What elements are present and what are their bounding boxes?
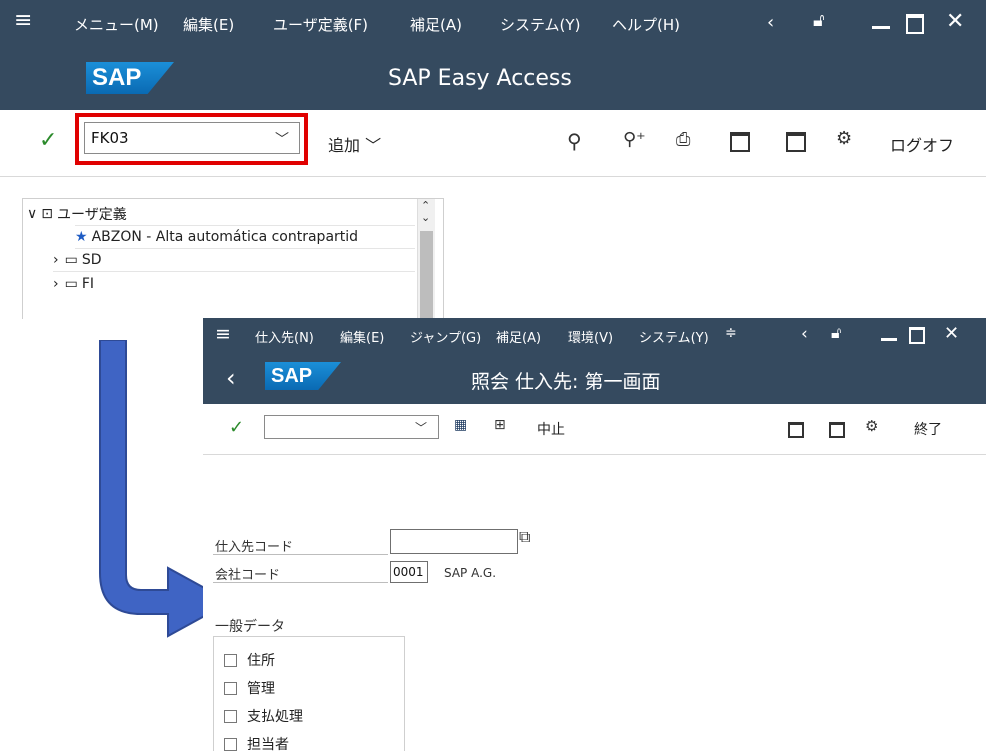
vendor-label: 仕入先コード [215, 540, 294, 555]
new-window-icon[interactable] [788, 422, 804, 438]
menu-tree: ∨ ⊡ ユーザ定義 ★ ABZON - Alta automática cont… [22, 198, 444, 319]
settings-icon[interactable]: ⚙ [836, 128, 852, 149]
tree-row[interactable]: ∨ ⊡ ユーザ定義 [27, 203, 127, 225]
company-label: 会社コード [215, 568, 281, 583]
general-data-title: 一般データ [215, 619, 285, 635]
company-name: SAP A.G. [444, 566, 497, 580]
logoff-button[interactable]: ログオフ [890, 132, 954, 156]
maximize-icon[interactable] [906, 14, 924, 34]
title-bar: ‹ SAP 照会 仕入先: 第一画面 [203, 354, 986, 404]
unlock-icon[interactable]: 🔓︎ [831, 323, 841, 343]
select-icon[interactable]: ▦ [454, 417, 467, 433]
close-icon[interactable]: ✕ [946, 9, 964, 34]
shortcut-icon[interactable] [829, 422, 845, 438]
chevron-down-icon[interactable]: ﹀ [415, 419, 427, 436]
menu-item-extras[interactable]: 補足(A) [496, 327, 541, 346]
chevron-right-icon[interactable]: › [53, 252, 59, 268]
menu-item-edit[interactable]: 編集(E) [183, 14, 234, 35]
menu-item-edit[interactable]: 編集(E) [340, 327, 384, 346]
enter-check-icon[interactable]: ✓ [39, 128, 57, 153]
favorites-folder-icon: ⊡ [41, 206, 53, 222]
menu-item-user-def[interactable]: ユーザ定義(F) [273, 14, 368, 35]
minimize-icon[interactable] [881, 338, 897, 341]
page-title: SAP Easy Access [388, 66, 572, 91]
menu-item-menu[interactable]: メニュー(M) [74, 14, 159, 35]
search-icon[interactable]: ⚲ [567, 129, 582, 153]
star-icon: ★ [75, 229, 88, 245]
more-menu-icon[interactable]: ≑ [725, 325, 737, 341]
menu-bar: ≡ 仕入先(N) 編集(E) ジャンプ(G) 補足(A) 環境(V) システム(… [203, 318, 986, 354]
tree-row[interactable]: › ▭ FI [53, 273, 415, 295]
toolbar: ✓ ﹀ ▦ ⊞ 中止 ⚙ 終了 [203, 404, 986, 455]
checkbox-payment[interactable]: 支払処理 [224, 706, 303, 726]
hamburger-icon[interactable]: ≡ [14, 8, 32, 33]
chevron-right-icon[interactable]: › [53, 276, 59, 292]
menu-bar: ≡ メニュー(M) 編集(E) ユーザ定義(F) 補足(A) システム(Y) ヘ… [0, 0, 986, 48]
folder-icon: ▭ [64, 252, 78, 268]
tree-row[interactable]: › ▭ SD [53, 249, 415, 272]
chevron-left-icon[interactable]: ‹ [767, 12, 774, 33]
chevron-down-icon[interactable]: ∨ [27, 206, 37, 222]
general-data-group: 住所 管理 支払処理 担当者 [213, 636, 405, 754]
company-underline [213, 582, 388, 583]
command-field-value: FK03 [91, 129, 129, 147]
easy-access-window: ≡ メニュー(M) 編集(E) ユーザ定義(F) 補足(A) システム(Y) ヘ… [0, 0, 986, 319]
cancel-button[interactable]: 中止 [537, 419, 565, 439]
value-help-icon[interactable]: ⧉ [519, 527, 530, 547]
vendor-input[interactable] [390, 529, 518, 554]
tree-scrollbar[interactable]: ⌃ ⌄ [417, 199, 435, 319]
company-input[interactable]: 0001 [390, 561, 428, 583]
toolbar: ✓ FK03 ﹀ 追加 ﹀ ⚲ ⚲⁺ ⎙ ⚙ ログオフ [0, 110, 986, 177]
sap-logo: SAP [86, 62, 174, 94]
settings-icon[interactable]: ⚙ [865, 417, 878, 435]
page-title: 照会 仕入先: 第一画面 [471, 371, 661, 393]
title-bar: SAP SAP Easy Access [0, 48, 986, 110]
tree-row[interactable]: ★ ABZON - Alta automática contrapartid [75, 225, 415, 249]
menu-item-environment[interactable]: 環境(V) [568, 327, 613, 346]
new-window-icon[interactable] [730, 132, 750, 152]
grid-icon[interactable]: ⊞ [494, 417, 506, 433]
checkbox-control[interactable]: 管理 [224, 678, 275, 698]
command-field[interactable]: ﹀ [264, 415, 439, 439]
chevron-down-icon[interactable]: ﹀ [275, 129, 289, 149]
scroll-thumb[interactable] [420, 231, 433, 319]
checkbox-address[interactable]: 住所 [224, 650, 275, 670]
sap-logo: SAP [265, 362, 341, 390]
menu-item-extras[interactable]: 補足(A) [410, 14, 462, 35]
chevron-left-icon[interactable]: ‹ [801, 324, 808, 344]
menu-item-vendor[interactable]: 仕入先(N) [255, 327, 314, 346]
checkbox-contact[interactable]: 担当者 [224, 734, 289, 754]
minimize-icon[interactable] [872, 26, 890, 29]
shortcut-icon[interactable] [786, 132, 806, 152]
search-next-icon[interactable]: ⚲⁺ [623, 129, 646, 150]
maximize-icon[interactable] [909, 327, 925, 344]
enter-check-icon[interactable]: ✓ [229, 417, 244, 438]
menu-item-system[interactable]: システム(Y) [639, 327, 709, 346]
print-icon[interactable]: ⎙ [676, 129, 690, 150]
close-icon[interactable]: ✕ [944, 323, 959, 344]
command-field[interactable]: FK03 ﹀ [84, 122, 300, 154]
scroll-down-icon[interactable]: ⌄ [421, 211, 430, 224]
menu-item-goto[interactable]: ジャンプ(G) [410, 327, 481, 346]
folder-icon: ▭ [64, 276, 78, 292]
exit-button[interactable]: 終了 [914, 419, 942, 439]
back-icon[interactable]: ‹ [226, 364, 236, 392]
display-vendor-window: ≡ 仕入先(N) 編集(E) ジャンプ(G) 補足(A) 環境(V) システム(… [203, 318, 986, 754]
unlock-icon[interactable]: 🔓︎ [813, 10, 825, 31]
add-menu-button[interactable]: 追加 ﹀ [328, 132, 381, 156]
menu-item-help[interactable]: ヘルプ(H) [612, 14, 680, 35]
vendor-underline [213, 554, 388, 555]
hamburger-icon[interactable]: ≡ [215, 323, 231, 345]
menu-item-system[interactable]: システム(Y) [500, 14, 580, 35]
